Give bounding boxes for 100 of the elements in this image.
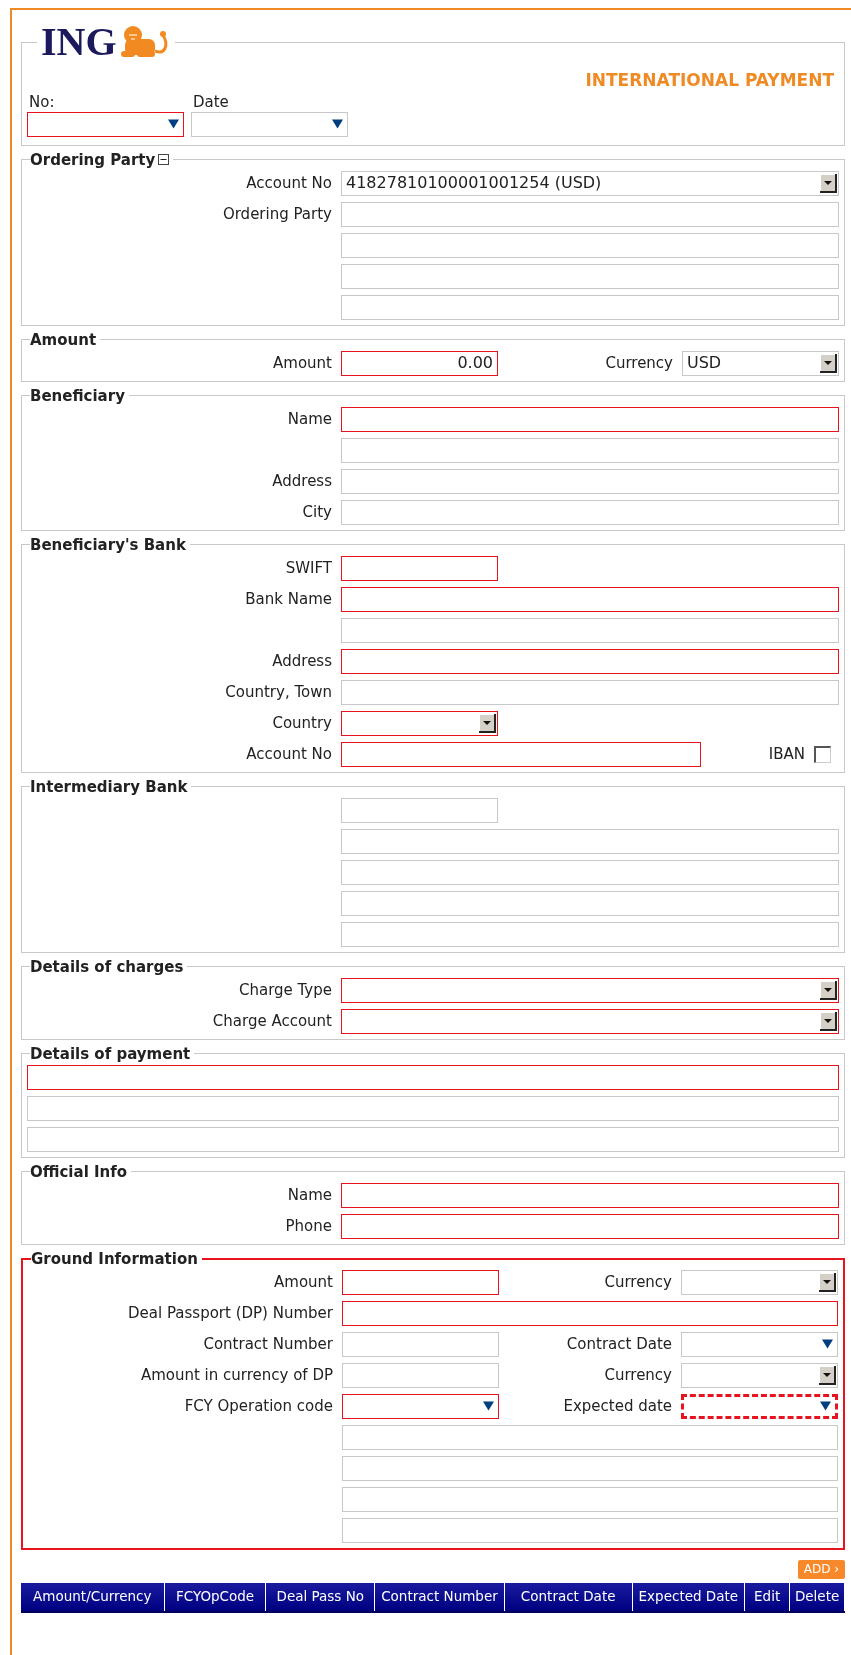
input-field[interactable] (341, 499, 839, 525)
field-label: Contract Date (566, 1333, 672, 1355)
field-label: Name (287, 408, 332, 430)
column-header[interactable]: Deal Pass No (266, 1582, 376, 1611)
dropdown-field[interactable] (27, 111, 184, 137)
select-field[interactable] (341, 977, 839, 1003)
section-title: Beneficiary's Bank (30, 535, 186, 554)
field-label: Ordering Party (222, 203, 332, 225)
input-field[interactable] (341, 797, 498, 823)
input-field[interactable] (341, 1213, 839, 1239)
caret-icon (332, 119, 343, 129)
caret-icon (483, 1401, 494, 1411)
section-title: Amount (30, 330, 97, 349)
input-field[interactable] (341, 201, 839, 227)
field-label: Expected date (563, 1395, 672, 1417)
input-field[interactable] (341, 828, 839, 854)
field-label: SWIFT (285, 557, 332, 579)
field-label: Currency (604, 1271, 672, 1293)
field-label: Currency (604, 1364, 672, 1386)
input-field[interactable] (341, 648, 839, 674)
column-header[interactable]: Contract Number (375, 1582, 505, 1611)
field-label: No: (28, 91, 56, 112)
input-field[interactable]: 0.00 (341, 350, 498, 376)
select-field[interactable] (681, 1269, 838, 1295)
caret-icon (820, 1401, 831, 1411)
input-field[interactable] (341, 741, 701, 767)
field-label: Country (272, 712, 332, 734)
input-field[interactable] (27, 1095, 839, 1121)
input-field[interactable] (342, 1331, 499, 1357)
field-label: Phone (285, 1215, 332, 1237)
field-label: Account No (246, 172, 332, 194)
field-label: Contract Number (203, 1333, 333, 1355)
input-field[interactable] (342, 1517, 838, 1543)
field-label: Deal Passport (DP) Number (128, 1302, 333, 1324)
input-field[interactable] (341, 586, 839, 612)
field-label: Name (287, 1184, 332, 1206)
input-field[interactable] (341, 555, 498, 581)
input-field[interactable] (341, 617, 839, 643)
column-header[interactable]: FCYOpCode (164, 1582, 267, 1611)
field-label: Date (192, 91, 230, 112)
input-field[interactable] (27, 1126, 839, 1152)
section-title: Ground Information (31, 1249, 198, 1268)
input-field[interactable] (341, 263, 839, 289)
caret-icon (168, 119, 179, 129)
input-field[interactable] (341, 1182, 839, 1208)
logo-text: ING (41, 22, 117, 62)
field-label: Bank Name (245, 588, 332, 610)
input-field[interactable] (341, 468, 839, 494)
dropdown-field[interactable] (681, 1331, 838, 1357)
column-header[interactable]: Amount/Currency (21, 1582, 165, 1611)
form-title: INTERNATIONAL PAYMENT (585, 69, 834, 92)
field-label: IBAN (768, 743, 805, 765)
section-title: Official Info (30, 1162, 128, 1181)
field-label: Address (272, 650, 332, 672)
input-field[interactable] (341, 921, 839, 947)
field-label: Amount (273, 352, 332, 374)
dropdown-field[interactable] (342, 1393, 499, 1419)
input-field[interactable] (341, 890, 839, 916)
field-label: Amount in currency of DP (140, 1364, 333, 1386)
checkbox[interactable] (814, 745, 831, 763)
input-field[interactable] (341, 294, 839, 320)
input-field[interactable] (341, 679, 839, 705)
section-title: Details of charges (30, 957, 184, 976)
field-label: Charge Account (212, 1010, 332, 1032)
field-label: Amount (274, 1271, 333, 1293)
select-field[interactable] (341, 710, 498, 736)
select-field[interactable]: USD (682, 350, 839, 376)
column-header[interactable]: Edit (745, 1582, 791, 1611)
column-header[interactable]: Expected Date (632, 1582, 746, 1611)
column-header[interactable]: Contract Date (504, 1582, 633, 1611)
input-field[interactable] (342, 1455, 838, 1481)
select-field[interactable]: 41827810100001001254 (USD) (341, 170, 839, 196)
input-field[interactable] (342, 1424, 838, 1450)
caret-icon (822, 1339, 833, 1349)
section-title: Ordering Party (30, 150, 156, 169)
dropdown-field[interactable] (191, 111, 348, 137)
section-title: Beneficiary (30, 386, 125, 405)
input-field[interactable] (341, 406, 839, 432)
input-field[interactable] (27, 1064, 839, 1090)
field-label: City (302, 501, 332, 523)
collapse-icon[interactable] (158, 154, 170, 165)
section-title: Details of payment (30, 1044, 191, 1063)
input-field[interactable] (342, 1486, 838, 1512)
dropdown-field[interactable] (681, 1393, 838, 1419)
input-field[interactable] (342, 1362, 499, 1388)
input-field[interactable] (341, 859, 839, 885)
column-header[interactable]: Delete (790, 1582, 845, 1611)
field-label: Account No (246, 743, 332, 765)
select-field[interactable] (341, 1008, 839, 1034)
section-title: Intermediary Bank (30, 777, 188, 796)
field-label: FCY Operation code (184, 1395, 333, 1417)
field-label: Address (272, 470, 332, 492)
field-label: Currency (605, 352, 673, 374)
field-label: Country, Town (225, 681, 332, 703)
input-field[interactable] (341, 232, 839, 258)
select-field[interactable] (681, 1362, 838, 1388)
input-field[interactable] (342, 1269, 499, 1295)
input-field[interactable] (341, 437, 839, 463)
input-field[interactable] (342, 1300, 838, 1326)
field-label: Charge Type (238, 979, 332, 1001)
